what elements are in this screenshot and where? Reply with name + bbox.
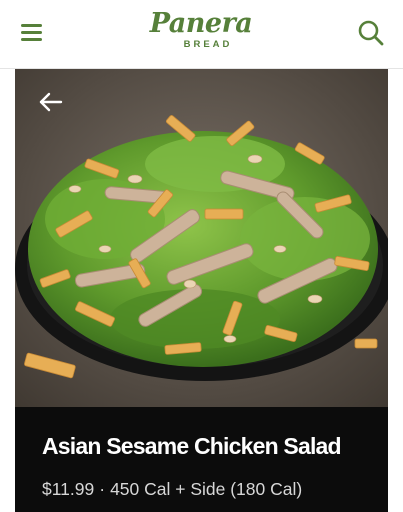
product-title: Asian Sesame Chicken Salad xyxy=(42,433,342,459)
product-image xyxy=(15,69,388,407)
panera-logo[interactable]: Panera BREAD xyxy=(148,10,254,56)
salad-photo xyxy=(15,69,388,407)
arrow-left-icon xyxy=(39,92,63,112)
product-price-calories: $11.99 · 450 Cal + Side (180 Cal) xyxy=(42,479,302,500)
product-calories: 450 Cal + Side (180 Cal) xyxy=(110,479,303,499)
search-icon xyxy=(358,20,384,46)
logo-wordmark: Panera xyxy=(149,8,253,39)
search-button[interactable] xyxy=(356,18,386,48)
menu-button[interactable] xyxy=(18,20,46,46)
product-info-panel: Asian Sesame Chicken Salad $11.99 · 450 Ca… xyxy=(15,407,388,512)
logo-subtext: BREAD xyxy=(183,39,233,50)
back-button[interactable] xyxy=(37,89,65,115)
app-header: Panera BREAD xyxy=(0,0,403,69)
meta-separator: · xyxy=(99,479,106,499)
product-price: $11.99 xyxy=(42,479,95,499)
